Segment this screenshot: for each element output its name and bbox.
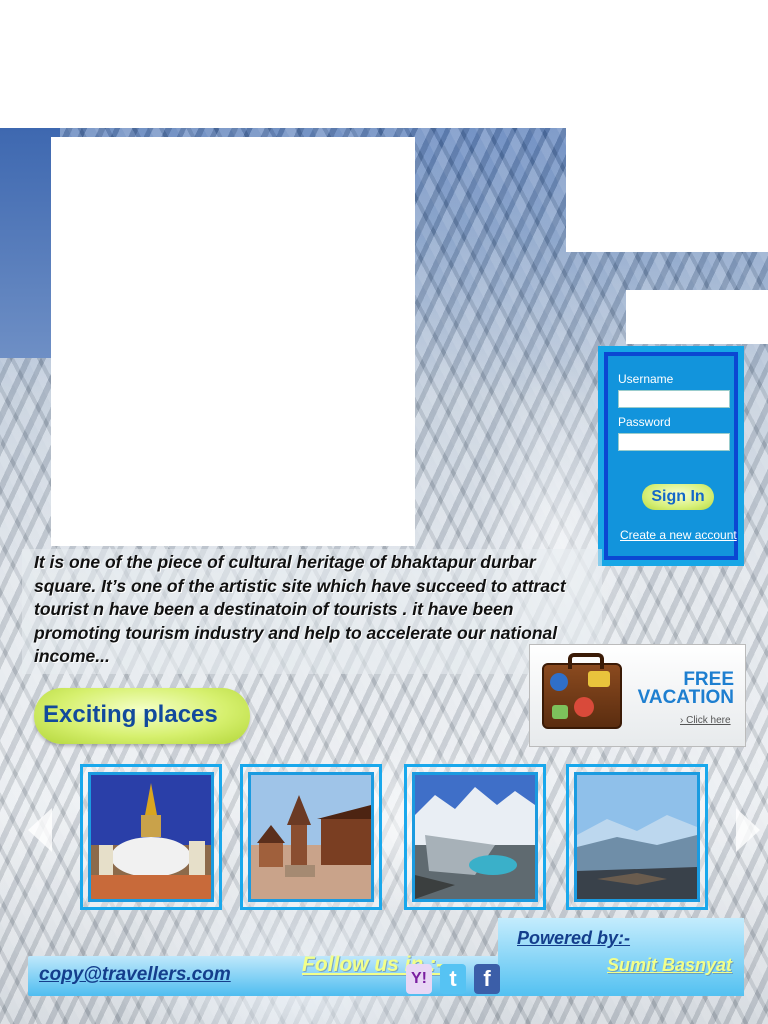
- gallery-photo[interactable]: [566, 764, 708, 910]
- exciting-places-label: Exciting places: [43, 701, 218, 728]
- description-text: It is one of the piece of cultural herit…: [34, 552, 566, 666]
- facebook-icon[interactable]: f: [474, 964, 500, 994]
- stupa-photo: [88, 772, 214, 902]
- gallery-photo[interactable]: [80, 764, 222, 910]
- exciting-places-heading: Exciting places: [34, 688, 250, 744]
- mountain-view-photo: [574, 772, 700, 902]
- twitter-icon[interactable]: t: [440, 964, 466, 994]
- create-account-link[interactable]: Create a new account: [620, 528, 737, 542]
- email-link[interactable]: copy@travellers.com: [39, 964, 231, 986]
- yahoo-icon[interactable]: Y!: [406, 964, 432, 994]
- ad-title-line2: VACATION: [637, 687, 734, 708]
- mid-right-panel: [626, 290, 768, 344]
- photo-gallery: [70, 760, 720, 916]
- ad-title: FREE VACATION: [634, 670, 734, 708]
- sign-in-button[interactable]: Sign In: [642, 484, 714, 510]
- description-panel: It is one of the piece of cultural herit…: [22, 549, 602, 674]
- gallery-photo[interactable]: [240, 764, 382, 910]
- suitcase-icon: [542, 653, 622, 729]
- main-content-panel: [51, 137, 415, 546]
- gallery-photo[interactable]: [404, 764, 546, 910]
- login-box: Username Password Sign In Create a new a…: [598, 346, 744, 566]
- password-label: Password: [618, 415, 671, 429]
- temple-square-photo: [248, 772, 374, 902]
- ad-click-here-link[interactable]: › Click here: [680, 715, 731, 726]
- next-arrow-icon[interactable]: [736, 808, 760, 852]
- glacier-lake-photo: [412, 772, 538, 902]
- author-name: Sumit Basnyat: [607, 955, 733, 975]
- free-vacation-ad[interactable]: FREE VACATION › Click here: [529, 644, 746, 747]
- top-right-panel: [566, 128, 768, 252]
- password-input[interactable]: [618, 433, 730, 451]
- powered-by-label: Powered by:-: [517, 928, 631, 948]
- previous-arrow-icon[interactable]: [28, 808, 52, 852]
- login-form: Username Password Sign In Create a new a…: [604, 352, 738, 560]
- username-label: Username: [618, 372, 674, 386]
- username-input[interactable]: [618, 390, 730, 408]
